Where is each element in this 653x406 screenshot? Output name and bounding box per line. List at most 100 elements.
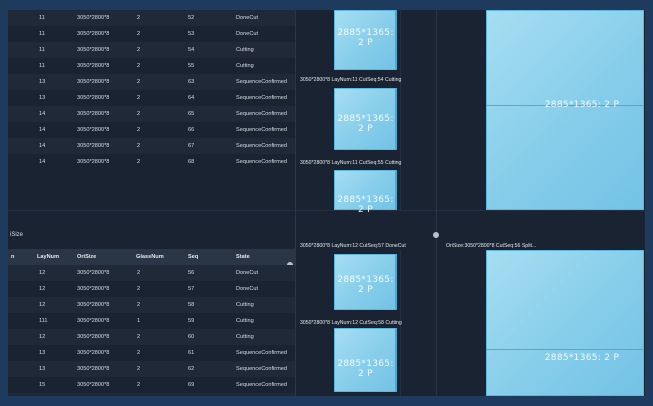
- table-row[interactable]: 11 3050*2800*8 2 55 Cutting: [8, 58, 295, 74]
- cell-glass: 2: [137, 302, 141, 308]
- table-row[interactable]: 13 3050*2800*8 2 62 SequenceConfirmed: [8, 361, 295, 377]
- cell-state: SequenceConfirmed: [236, 366, 287, 372]
- view-scroll-knob[interactable]: [433, 232, 439, 238]
- cell-seq: 53: [188, 31, 195, 37]
- cell-glass: 2: [137, 63, 141, 69]
- glass-piece-55[interactable]: 2885*1365: 2 P: [334, 170, 397, 215]
- cell-lay: 15: [39, 393, 45, 396]
- section-divider: [8, 210, 645, 211]
- table-row[interactable]: 14 3050*2800*8 2 65 SequenceConfirmed: [8, 106, 295, 122]
- bottom-section-label: iSize: [10, 232, 24, 238]
- cell-seq: 57: [188, 286, 195, 292]
- cell-glass: 2: [137, 15, 141, 21]
- table-row[interactable]: 14 3050*2800*8 2 68 SequenceConfirmed: [8, 154, 295, 170]
- table-row[interactable]: 111 3050*2800*8 1 59 Cutting: [8, 313, 295, 329]
- cell-state: Cutting: [236, 334, 254, 340]
- cell-seq: 62: [188, 366, 195, 372]
- cell-ori: 3050*2800*8: [77, 79, 110, 85]
- table-row[interactable]: 13 3050*2800*8 2 63 SequenceConfirmed: [8, 74, 295, 90]
- view-divider-left: [295, 10, 296, 396]
- glass-piece-58[interactable]: 2885*1365: 2 P: [334, 328, 397, 392]
- cell-lay: 14: [39, 127, 46, 133]
- table-row[interactable]: 12 3050*2800*8 2 56 DoneCut: [8, 265, 295, 281]
- cell-seq: 60: [188, 334, 195, 340]
- glass-sheet-top[interactable]: 2885*1365: 2 P: [486, 10, 644, 210]
- cell-ori: 3050*2800*8: [77, 366, 110, 372]
- glass-piece-54[interactable]: 2885*1365: 2 P: [334, 88, 397, 150]
- cell-ori: 3050*2800*8: [77, 302, 110, 308]
- glass-piece-53[interactable]: 2885*1365: 2 P: [334, 10, 397, 70]
- cell-seq: 59: [188, 318, 195, 324]
- glass-size-label: 2885*1365: 2 P: [337, 359, 394, 379]
- caption-seq55: 3050*2800*8 LayNum:11 CutSeq:55 Cutting: [300, 160, 402, 166]
- col-header-laynum[interactable]: LayNum: [37, 249, 59, 265]
- bottom-table: 12 3050*2800*8 2 56 DoneCut 12 3050*2800*8 2 57 D…: [8, 265, 295, 396]
- table-row[interactable]: 13 3050*2800*8 2 64 SequenceConfirmed: [8, 90, 295, 106]
- glass-edge: [395, 10, 397, 70]
- cell-seq: 64: [188, 95, 195, 101]
- cut-line: [487, 349, 643, 350]
- glass-edge: [395, 254, 397, 310]
- cell-state: SequenceConfirmed: [236, 382, 287, 388]
- cell-glass: 1: [137, 318, 141, 324]
- table-row[interactable]: 12 3050*2800*8 2 57 DoneCut: [8, 281, 295, 297]
- glass-size-label: 2885*1365: 2 P: [544, 100, 620, 110]
- table-row[interactable]: 11 3050*2800*8 2 52 DoneCut: [8, 10, 295, 26]
- col-header-state[interactable]: State: [236, 249, 250, 265]
- cell-state: Cutting: [236, 47, 254, 53]
- cell-lay: 12: [39, 334, 46, 340]
- glass-size-label: 2885*1365: 2 P: [337, 114, 394, 134]
- col-header-glassnum[interactable]: GlassNum: [136, 249, 164, 265]
- cell-glass: 2: [137, 393, 140, 396]
- col-header-seq[interactable]: Seq: [188, 249, 198, 265]
- table-row[interactable]: 14 3050*2800*8 2 66 SequenceConfirmed: [8, 122, 295, 138]
- cell-seq: 66: [188, 127, 195, 133]
- view-divider-mid: [436, 10, 437, 396]
- cell-lay: 11: [39, 31, 45, 37]
- glass-size-label: 2885*1365: 2 P: [337, 275, 394, 295]
- cell-lay: 15: [39, 382, 46, 388]
- cell-seq: 65: [188, 111, 195, 117]
- table-row[interactable]: 11 3050*2800*8 2 53 DoneCut: [8, 26, 295, 42]
- cell-state: DoneCut: [236, 31, 259, 37]
- cell-seq: 61: [188, 350, 195, 356]
- table-row[interactable]: 13 3050*2800*8 2 61 SequenceConfirmed: [8, 345, 295, 361]
- cell-state: Cutting: [236, 302, 254, 308]
- view-divider-inner: [400, 10, 401, 210]
- caption-seq58: 3050*2800*8 LayNum:12 CutSeq:58 Cutting: [300, 320, 402, 326]
- cell-state: SequenceConfirmed: [236, 393, 287, 396]
- top-table: 11 3050*2800*8 2 52 DoneCut 11 3050*2800*8 2 53 D…: [8, 10, 295, 210]
- table-row[interactable]: 15 3050*2800*8 2 70 SequenceConfirmed: [8, 393, 295, 396]
- table-row[interactable]: 12 3050*2800*8 2 60 Cutting: [8, 329, 295, 345]
- cell-ori: 3050*2800*8: [77, 95, 110, 101]
- glass-size-label: 2885*1365: 2 P: [544, 353, 620, 363]
- col-header-first[interactable]: n: [11, 249, 14, 265]
- table-row[interactable]: 14 3050*2800*8 2 67 SequenceConfirmed: [8, 138, 295, 154]
- cell-glass: 2: [137, 270, 141, 276]
- table-row[interactable]: 15 3050*2800*8 2 69 SequenceConfirmed: [8, 377, 295, 393]
- cell-lay: 111: [39, 318, 48, 324]
- cell-glass: 2: [137, 159, 141, 165]
- glass-edge: [395, 88, 397, 150]
- cell-ori: 3050*2800*8: [77, 31, 110, 37]
- caption-seq54: 3050*2800*8 LayNum:11 CutSeq:54 Cutting: [300, 77, 402, 83]
- glass-piece-57[interactable]: 2885*1365: 2 P: [334, 254, 397, 310]
- cell-ori: 3050*2800*8: [77, 159, 110, 165]
- table-row[interactable]: 12 3050*2800*8 2 58 Cutting: [8, 297, 295, 313]
- cell-lay: 14: [39, 111, 46, 117]
- cell-ori: 3050*2800*8: [77, 382, 110, 388]
- cell-lay: 13: [39, 79, 46, 85]
- cell-seq: 67: [188, 143, 195, 149]
- cell-seq: 56: [188, 270, 195, 276]
- cell-ori: 3050*2800*8: [77, 393, 109, 396]
- cell-glass: 2: [137, 31, 141, 37]
- table-row[interactable]: 11 3050*2800*8 2 54 Cutting: [8, 42, 295, 58]
- glass-sheet-bottom[interactable]: 2885*1365: 2 P: [486, 250, 644, 396]
- bottom-table-header: n LayNum OriSize GlassNum Seq State: [8, 249, 295, 265]
- cell-state: SequenceConfirmed: [236, 143, 287, 149]
- caption-seq57: 3050*2800*8 LayNum:12 CutSeq:57 DoneCut: [300, 243, 406, 249]
- cell-ori: 3050*2800*8: [77, 286, 110, 292]
- cell-glass: 2: [137, 127, 141, 133]
- cell-glass: 2: [137, 366, 141, 372]
- col-header-orisize[interactable]: OriSize: [77, 249, 96, 265]
